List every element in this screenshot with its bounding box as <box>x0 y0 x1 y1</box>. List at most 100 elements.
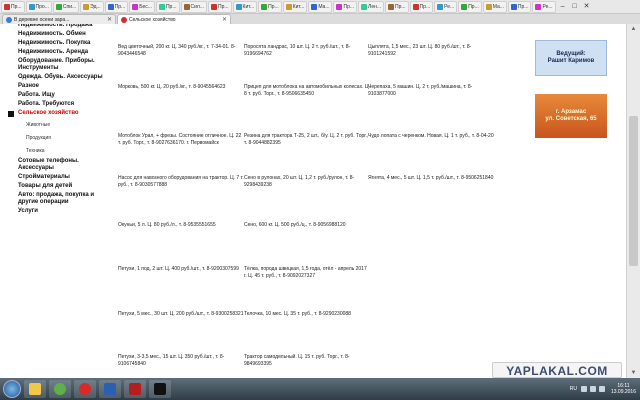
game-icon <box>129 383 141 395</box>
taskbar-app-player[interactable] <box>49 380 71 398</box>
bookmark-label: Пр... <box>517 3 529 10</box>
bookmark-item[interactable]: Пр... <box>409 0 434 13</box>
sidebar-item[interactable]: Оборудование. Приборы. Инструменты <box>6 57 112 73</box>
listing-item[interactable]: Окуньи, 5 л. Ц. 80 руб./л., т. 8-9535551… <box>118 222 244 229</box>
bookmark-item[interactable]: Ма... <box>482 0 507 13</box>
bookmark-label: Ма... <box>318 3 330 10</box>
listing-item[interactable]: Мотоблок Урал, + фрезы. Состояние отличн… <box>118 133 244 146</box>
scroll-down-icon[interactable]: ▼ <box>627 368 640 378</box>
scroll-thumb[interactable] <box>629 116 638 266</box>
bookmark-item[interactable]: Пр... <box>208 0 232 13</box>
close-tab-icon[interactable]: ✕ <box>107 16 112 23</box>
bookmark-label: Пр... <box>419 3 431 10</box>
bookmark-item[interactable]: Пр... <box>155 0 180 13</box>
bookmark-favicon-icon <box>412 3 419 10</box>
bookmark-item[interactable]: Пр... <box>258 0 282 13</box>
bookmark-label: Кит... <box>292 3 305 10</box>
maximize-icon[interactable]: □ <box>570 2 580 11</box>
sidebar-item[interactable]: Авто: продажа, покупка и другие операции <box>6 191 112 207</box>
listing-item[interactable]: Цыплята, 1,5 мес., 23 шт. Ц. 80 руб./шт.… <box>368 44 494 57</box>
bookmark-item[interactable]: Кит... <box>232 0 258 13</box>
bookmark-item[interactable]: Ма... <box>308 0 333 13</box>
volume-icon[interactable] <box>589 386 596 392</box>
listing-item[interactable]: Ягнята, 4 мес., 5 шт. Ц. 1,5 т. руб./шт.… <box>368 175 494 182</box>
sidebar-item[interactable]: Недвижимость. Аренда <box>6 48 112 57</box>
sidebar-item[interactable]: Недвижимость. Обмен <box>6 30 112 39</box>
listing-item[interactable]: Тёлка, порода швицкая, 1,5 года, отёл - … <box>244 266 370 279</box>
bookmark-item[interactable]: Лен... <box>358 0 385 13</box>
bookmark-item[interactable]: Пр... <box>507 0 532 13</box>
listing-item[interactable]: Телочка, 10 мес. Ц. 35 т. руб., т. 8-929… <box>244 311 370 318</box>
bookmark-item[interactable]: Ре... <box>434 0 458 13</box>
listing-item[interactable]: Прицеп для мотоблока на автомобильных ко… <box>244 84 370 97</box>
bookmark-item[interactable]: Кит... <box>282 0 308 13</box>
listing-item[interactable]: Сено в рулонах, 20 шт. Ц. 1,2 т. руб./ру… <box>244 175 370 188</box>
sidebar-item[interactable]: Работа. Ищу <box>6 91 112 100</box>
system-tray: RU 16:11 13.09.2016 <box>570 378 640 400</box>
bookmark-label: Ма... <box>492 3 504 10</box>
listing-item[interactable]: Трактор самодельный. Ц. 15 т. руб. Торг.… <box>244 354 370 367</box>
bookmark-item[interactable]: Пр... <box>458 0 482 13</box>
listing-item[interactable]: Морковь, 500 кг. Ц. 20 руб./кг., т. 8-90… <box>118 84 244 91</box>
start-button[interactable] <box>3 380 21 398</box>
listing-item[interactable]: Петухи, 1 под, 2 шт. Ц. 400 руб./шт., т.… <box>118 266 244 273</box>
listing-item[interactable]: Сено, 600 кг. Ц. 500 руб./ц., т. 8-90569… <box>244 222 370 229</box>
listing-item[interactable]: Вед цветочный, 200 кг. Ц. 340 руб./кг., … <box>118 44 244 57</box>
listing-item[interactable]: Петухи, 3-3,5 мес., 15 шт. Ц. 350 руб./ш… <box>118 354 244 367</box>
bookmark-item[interactable]: Спи... <box>52 0 80 13</box>
sidebar-item[interactable]: Сельское хозяйство <box>6 109 112 118</box>
listing-item[interactable]: Чудо лопата с черенком. Новая. Ц. 1 т. р… <box>368 133 494 140</box>
sidebar-item[interactable]: Разное <box>6 82 112 91</box>
page-scrollbar[interactable]: ▲ ▼ <box>626 24 640 378</box>
listing-item[interactable]: Насос для навозного оборудования на трак… <box>118 175 244 188</box>
sidebar-item[interactable]: Сотовые телефоны. Аксессуары <box>6 157 112 173</box>
bookmark-label: Спи... <box>62 3 77 10</box>
listing-item[interactable]: Резина для трактора Т-25, 2 шт., б/у. Ц.… <box>244 133 370 146</box>
bookmark-item[interactable]: Пр... <box>1 0 25 13</box>
host-banner[interactable]: Ведущий: Рашит Каримов <box>535 40 607 76</box>
listing-item[interactable]: Черепаха, 5 машин. Ц. 2 т. руб./машина, … <box>368 84 494 97</box>
sidebar-item[interactable]: Стройматериалы <box>6 173 112 182</box>
close-tab-icon[interactable]: ✕ <box>222 16 227 23</box>
sidebar-subitem[interactable]: Продукция <box>6 131 112 144</box>
taskbar-app-opera[interactable] <box>74 380 96 398</box>
bookmark-item[interactable]: Про... <box>25 0 52 13</box>
sidebar-item[interactable]: Услуги <box>6 207 112 216</box>
bookmark-item[interactable]: Бес... <box>129 0 155 13</box>
address-banner[interactable]: г. Арзамас ул. Советская, 65 <box>535 94 607 138</box>
sidebar-subitem[interactable]: Техника <box>6 144 112 157</box>
browser-tab[interactable]: В деревне осени зара... ✕ <box>2 14 116 24</box>
sidebar-item[interactable]: Товары для детей <box>6 182 112 191</box>
taskbar-app-paw[interactable] <box>149 380 171 398</box>
bookmark-favicon-icon <box>183 3 190 10</box>
minimize-icon[interactable]: – <box>558 2 568 11</box>
taskbar-app-word[interactable] <box>99 380 121 398</box>
language-indicator[interactable]: RU <box>570 386 577 392</box>
flag-icon[interactable] <box>598 386 605 392</box>
close-icon[interactable]: ✕ <box>582 2 592 11</box>
bookmark-item[interactable]: Сил... <box>180 0 207 13</box>
sidebar-subitem[interactable]: Животные <box>6 118 112 131</box>
listing-item[interactable]: Поросята ландрас, 10 шт. Ц. 2 т. руб./шт… <box>244 44 370 57</box>
clock[interactable]: 16:11 13.09.2016 <box>611 383 636 395</box>
bookmark-label: Бес... <box>139 3 152 10</box>
taskbar-app-game[interactable] <box>124 380 146 398</box>
sidebar-item[interactable]: Одежда. Обувь. Аксессуары <box>6 73 112 82</box>
folder-icon <box>29 383 41 395</box>
listing-item[interactable]: Петухи, 5 мес., 30 шт. Ц. 200 руб./шт., … <box>118 311 244 318</box>
taskbar-app-explorer[interactable] <box>24 380 46 398</box>
sidebar-item[interactable]: Недвижимость. Покупка <box>6 39 112 48</box>
bookmark-label: Кит... <box>242 3 255 10</box>
bookmark-favicon-icon <box>535 3 542 10</box>
sidebar-item[interactable]: Работа. Требуются <box>6 100 112 109</box>
scroll-up-icon[interactable]: ▲ <box>627 24 640 34</box>
browser-tab[interactable]: Сельское хозяйство ✕ <box>117 14 231 24</box>
bookmark-item[interactable]: Ре... <box>532 0 556 13</box>
bookmark-item[interactable]: Пр... <box>333 0 358 13</box>
bookmarks-toolbar: Пр... Про... Спи... Эд... Пр... Бес... Пр... Си… <box>0 0 640 14</box>
bookmark-item[interactable]: Пр... <box>104 0 129 13</box>
bookmark-label: Пр... <box>395 3 406 10</box>
bookmark-item[interactable]: Эд... <box>80 0 104 13</box>
bookmark-item[interactable]: Пр... <box>385 0 409 13</box>
network-icon[interactable] <box>580 386 587 392</box>
